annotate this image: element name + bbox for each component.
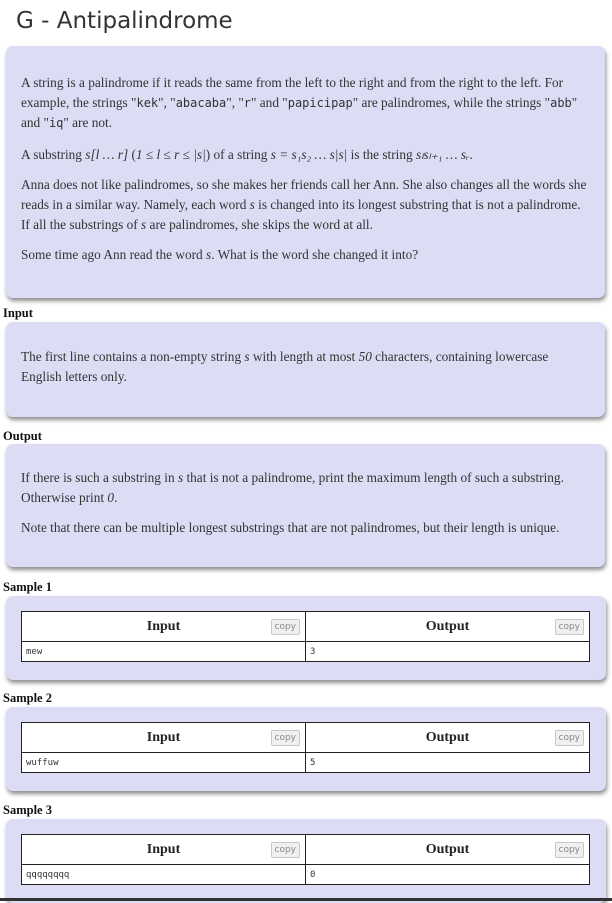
sample-2-output: 5: [305, 752, 590, 773]
sample-3-heading: Sample 3: [3, 803, 52, 817]
example-iq: iq: [48, 116, 64, 130]
sample-1-output-header: Output copy: [305, 611, 590, 642]
sample-2-table: Input copy Output copy wuffuw 5: [21, 722, 590, 773]
sample-1-heading: Sample 1: [3, 580, 52, 594]
sample-2-copy-input-button[interactable]: copy: [270, 730, 300, 746]
sample-3-copy-input-button[interactable]: copy: [270, 842, 300, 858]
page-title: G - Antipalindrome: [16, 8, 233, 34]
sample-3-output-header: Output copy: [305, 834, 590, 865]
statement-paragraph-1: A string is a palindrome if it reads the…: [21, 75, 578, 130]
example-r: r: [243, 96, 252, 110]
statement-paragraph-3: Anna does not like palindromes, so she m…: [21, 177, 587, 232]
sample-3-input-header: Input copy: [21, 834, 306, 865]
math-substring: s[l … r]: [85, 147, 129, 162]
output-description: If there is such a substring in s that i…: [21, 470, 564, 505]
math-bounds: 1 ≤ l ≤ r ≤ |s|: [135, 147, 206, 162]
math-string: s = s₁s₂ … s|s|: [270, 147, 348, 162]
sample-2-copy-output-button[interactable]: copy: [554, 730, 584, 746]
sample-3-copy-output-button[interactable]: copy: [554, 842, 584, 858]
sample-1-input-header: Input copy: [21, 611, 306, 642]
sample-1-copy-input-button[interactable]: copy: [270, 619, 300, 635]
example-papicipap: papicipap: [287, 96, 353, 110]
sample-3-table: Input copy Output copy qqqqqqqq 0: [21, 834, 590, 885]
input-description: The first line contains a non-empty stri…: [21, 349, 549, 384]
sample-2-output-header: Output copy: [305, 722, 590, 753]
example-abacaba: abacaba: [175, 96, 227, 110]
sample-2-input: wuffuw: [21, 752, 306, 773]
input-panel: The first line contains a non-empty stri…: [6, 322, 605, 417]
sample-1-input: mew: [21, 641, 306, 662]
statement-paragraph-4: Some time ago Ann read the word s. What …: [21, 247, 419, 262]
output-heading: Output: [3, 429, 42, 443]
math-substring-def: sₗsₗ₊₁ … sᵣ: [416, 147, 470, 162]
sample-1-output: 3: [305, 641, 590, 662]
sample-3-output: 0: [305, 864, 590, 885]
sample-1-table: Input copy Output copy mew 3: [21, 611, 590, 662]
statement-panel: A string is a palindrome if it reads the…: [6, 46, 605, 298]
statement-paragraph-2: A substring s[l … r] (1 ≤ l ≤ r ≤ |s|) o…: [21, 147, 473, 162]
input-heading: Input: [3, 306, 33, 320]
sample-1-copy-output-button[interactable]: copy: [554, 619, 584, 635]
sample-3-input: qqqqqqqq: [21, 864, 306, 885]
output-panel: If there is such a substring in s that i…: [6, 444, 605, 567]
example-kek: kek: [136, 96, 159, 110]
example-abb: abb: [550, 96, 572, 110]
output-note: Note that there can be multiple longest …: [21, 520, 560, 535]
sample-2-input-header: Input copy: [21, 722, 306, 753]
sample-2-heading: Sample 2: [3, 691, 52, 705]
